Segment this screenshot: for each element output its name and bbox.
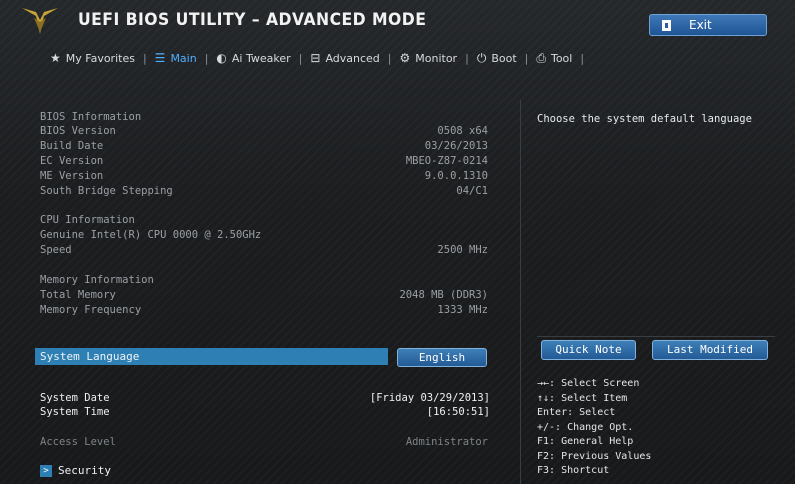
key-help-item: F2: Previous Values bbox=[537, 450, 652, 462]
help-divider bbox=[537, 336, 775, 337]
tab-tool[interactable]: ⎙ Tool bbox=[530, 51, 578, 66]
key-help-item: +/-: Change Opt. bbox=[537, 421, 634, 433]
list-icon: ☰ bbox=[154, 51, 166, 65]
monitor-icon: ⚙ bbox=[399, 51, 411, 65]
security-menu-item[interactable]: > Security bbox=[40, 464, 111, 477]
tab-main[interactable]: ☰ Main bbox=[149, 51, 203, 65]
tab-label: Tool bbox=[550, 51, 573, 65]
tab-bar: ★ My Favorites | ☰ Main | ◐ Ai Tweaker |… bbox=[44, 46, 586, 70]
tab-separator: | bbox=[298, 51, 303, 65]
power-icon: ⏻ bbox=[476, 50, 487, 65]
exit-icon bbox=[662, 19, 671, 31]
tab-my-favorites[interactable]: ★ My Favorites bbox=[44, 51, 141, 65]
tab-label: Monitor bbox=[415, 51, 458, 65]
tab-label: Advanced bbox=[325, 51, 380, 65]
tab-boot[interactable]: ⏻ Boot bbox=[471, 51, 523, 66]
tab-separator: | bbox=[142, 51, 147, 65]
tab-ai-tweaker[interactable]: ◐ Ai Tweaker bbox=[210, 51, 296, 65]
exit-button[interactable]: Exit bbox=[649, 14, 767, 36]
key-help-item: ↑↓: Select Item bbox=[537, 392, 628, 404]
tweaker-icon: ◐ bbox=[216, 51, 227, 65]
tab-label: My Favorites bbox=[65, 51, 135, 65]
tab-monitor[interactable]: ⚙ Monitor bbox=[394, 51, 464, 65]
system-language-row[interactable]: System Language bbox=[35, 348, 388, 365]
tab-separator: | bbox=[524, 51, 529, 65]
tab-separator: | bbox=[580, 51, 585, 65]
quick-note-button[interactable]: Quick Note bbox=[541, 340, 636, 360]
key-help-item: F3: Shortcut bbox=[537, 465, 610, 476]
tab-separator: | bbox=[465, 51, 469, 65]
key-help-item: Enter: Select bbox=[537, 407, 616, 418]
star-icon: ★ bbox=[50, 51, 61, 65]
key-help-item: F1: General Help bbox=[537, 436, 634, 447]
tab-separator: | bbox=[204, 51, 209, 65]
tab-separator: | bbox=[387, 51, 392, 65]
tab-advanced[interactable]: ⊟ Advanced bbox=[304, 51, 385, 65]
tab-label: Boot bbox=[491, 51, 517, 65]
header: UEFI BIOS UTILITY – ADVANCED MODE Exit bbox=[0, 0, 795, 44]
system-language-label: System Language bbox=[40, 350, 140, 363]
key-help-list: →←: Select Screen ↑↓: Select Item Enter:… bbox=[537, 377, 651, 479]
tab-label: Main bbox=[170, 51, 197, 65]
security-label: Security bbox=[58, 464, 111, 477]
tab-label: Ai Tweaker bbox=[231, 51, 291, 65]
chevron-right-icon: > bbox=[40, 464, 52, 477]
help-description: Choose the system default language bbox=[537, 113, 752, 125]
exit-label: Exit bbox=[689, 18, 712, 32]
tuf-logo-icon bbox=[22, 8, 58, 34]
last-modified-button[interactable]: Last Modified bbox=[652, 340, 768, 360]
key-help-item: →←: Select Screen bbox=[537, 378, 640, 389]
advanced-icon: ⊟ bbox=[310, 51, 321, 65]
printer-icon: ⎙ bbox=[536, 50, 546, 65]
system-language-select[interactable]: English bbox=[397, 348, 487, 367]
page-title: UEFI BIOS UTILITY – ADVANCED MODE bbox=[78, 10, 427, 30]
